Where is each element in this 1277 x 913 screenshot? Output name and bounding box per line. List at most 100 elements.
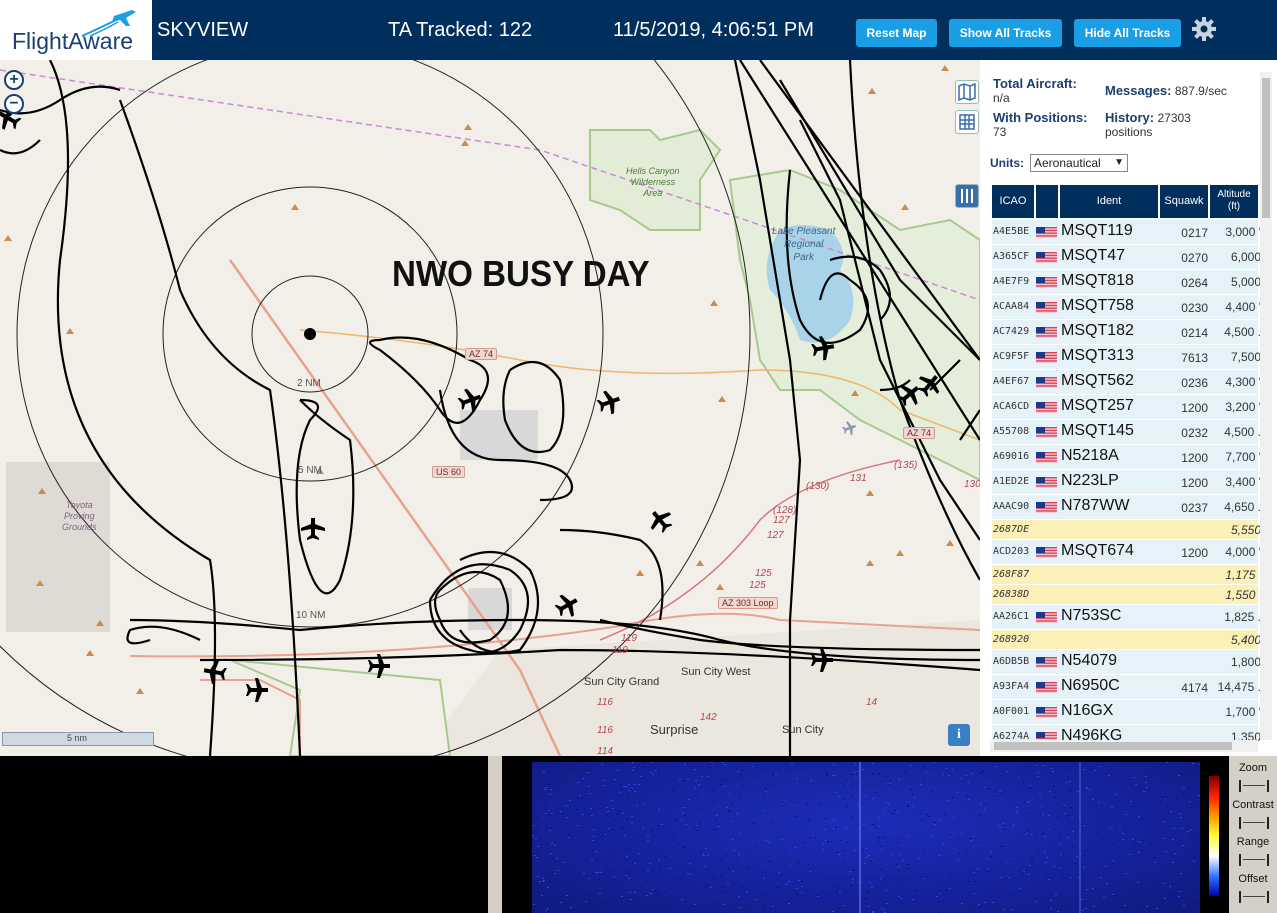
- color-scale-bar: [1209, 776, 1219, 896]
- grid-icon: [959, 114, 975, 130]
- table-row[interactable]: A6DB5B N54079 1,800: [992, 650, 1261, 675]
- vertical-scrollbar[interactable]: [1260, 72, 1272, 740]
- route-num: 116: [597, 697, 613, 708]
- table-row[interactable]: A4EF67 MSQT562 0236 4,300 ': [992, 370, 1261, 395]
- place-toyota-proving-grounds: Toyota Proving Grounds: [62, 500, 97, 532]
- route-num: 127: [773, 515, 790, 526]
- horizontal-scrollbar[interactable]: [990, 740, 1258, 752]
- cell-altitude: 7,500: [1230, 350, 1261, 364]
- column-toggle-button[interactable]: [955, 184, 979, 208]
- units-select[interactable]: Aeronautical ▼: [1030, 154, 1128, 172]
- cell-squawk: 0237: [1181, 501, 1208, 515]
- table-row[interactable]: A1ED2E N223LP 1200 3,400 ': [992, 470, 1261, 495]
- us-flag-icon: [1036, 452, 1057, 463]
- contrast-slider[interactable]: [1239, 817, 1269, 829]
- place-sun-city-grand: Sun City Grand: [584, 676, 660, 688]
- map-layers-button[interactable]: [955, 80, 979, 104]
- green-boundary: [229, 659, 452, 756]
- us-flag-icon: [1036, 252, 1057, 263]
- cell-ident: N6950C: [1061, 677, 1120, 694]
- route-num: 119: [612, 645, 628, 656]
- cell-icao: ACA6CD: [993, 401, 1030, 412]
- cell-icao: A55708: [993, 426, 1030, 437]
- ring-label-5nm: 5 NM: [298, 465, 322, 476]
- cell-ident: N54079: [1061, 652, 1118, 669]
- table-row[interactable]: A69016 N5218A 1200 7,700 ': [992, 445, 1261, 470]
- history-value: 27303: [1157, 111, 1191, 125]
- table-row[interactable]: AC7429 MSQT182 0214 4,500 .: [992, 320, 1261, 345]
- info-button[interactable]: i: [948, 724, 970, 746]
- cell-ident: N223LP: [1061, 472, 1119, 489]
- route-num: 14: [866, 697, 878, 708]
- table-row[interactable]: AA26C1 N753SC 1,825 .: [992, 605, 1261, 630]
- cell-altitude: 4,500 .: [1224, 325, 1261, 339]
- cell-altitude: 5,400: [1230, 633, 1261, 647]
- cell-squawk: 0214: [1181, 326, 1208, 340]
- route-num: 114: [597, 746, 613, 756]
- proving-grounds-area: [6, 462, 110, 632]
- cell-ident: MSQT818: [1061, 272, 1134, 289]
- units-selected: Aeronautical: [1034, 156, 1101, 170]
- table-row[interactable]: A4E7F9 MSQT818 0264 5,000: [992, 270, 1261, 295]
- app-name: SKYVIEW: [157, 19, 249, 41]
- gear-icon[interactable]: [1191, 16, 1217, 42]
- table-row[interactable]: 26838D 1,550 ': [992, 585, 1261, 605]
- stat-with-positions: With Positions: 73: [993, 111, 1088, 140]
- cell-altitude: 1,825 .: [1224, 610, 1261, 624]
- col-header-flag[interactable]: [1036, 185, 1058, 218]
- waterfall-controls: Zoom Contrast Range Offset: [1229, 756, 1277, 913]
- table-row[interactable]: AAAC90 N787WW 0237 4,650 .: [992, 495, 1261, 520]
- cell-squawk: 1200: [1181, 546, 1208, 560]
- table-row[interactable]: A93FA4 N6950C 4174 14,475 .: [992, 675, 1261, 700]
- zoom-label: Zoom: [1238, 762, 1268, 774]
- col-header-ident[interactable]: Ident: [1060, 185, 1158, 218]
- flightaware-logo[interactable]: FlightAware: [0, 0, 152, 60]
- route-num: 131: [850, 473, 867, 484]
- scroll-thumb[interactable]: [994, 742, 1232, 750]
- table-row[interactable]: ACAA84 MSQT758 0230 4,400 ': [992, 295, 1261, 320]
- zoom-out-button[interactable]: −: [4, 94, 24, 114]
- cell-altitude: 4,300 ': [1225, 375, 1261, 389]
- zoom-slider[interactable]: [1239, 780, 1269, 792]
- us-flag-icon: [1036, 352, 1057, 363]
- offset-slider[interactable]: [1239, 891, 1269, 903]
- hide-all-tracks-button[interactable]: Hide All Tracks: [1074, 19, 1181, 47]
- col-header-squawk[interactable]: Squawk: [1160, 185, 1208, 218]
- place-surprise: Surprise: [650, 722, 699, 737]
- cell-ident: MSQT119: [1061, 222, 1133, 239]
- range-label: Range: [1236, 836, 1270, 848]
- table-row[interactable]: A365CF MSQT47 0270 6,000: [992, 245, 1261, 270]
- col-header-altitude[interactable]: Altitude (ft): [1210, 185, 1258, 218]
- cell-altitude: 5,000: [1230, 275, 1261, 289]
- waterfall-divider[interactable]: [488, 756, 502, 913]
- cell-icao: ACAA84: [993, 301, 1030, 312]
- waterfall-display[interactable]: [532, 762, 1201, 913]
- cell-altitude: 5,550: [1230, 523, 1261, 537]
- grid-toggle-button[interactable]: [955, 110, 979, 134]
- table-row[interactable]: ACA6CD MSQT257 1200 3,200 ': [992, 395, 1261, 420]
- show-all-tracks-button[interactable]: Show All Tracks: [949, 19, 1062, 47]
- table-row[interactable]: 2687DE 5,550: [992, 520, 1261, 540]
- table-row[interactable]: 268920 5,400: [992, 630, 1261, 650]
- scroll-thumb[interactable]: [1262, 78, 1270, 218]
- reset-map-button[interactable]: Reset Map: [856, 19, 937, 47]
- with-positions-value: 73: [993, 125, 1007, 139]
- table-row[interactable]: AC9F5F MSQT313 7613 7,500: [992, 345, 1261, 370]
- cell-ident: MSQT257: [1061, 397, 1134, 414]
- skyview-app: FlightAware SKYVIEW TA Tracked: 122 11/5…: [0, 0, 1277, 913]
- road-shield-az74: AZ 74: [465, 348, 498, 360]
- table-row[interactable]: A55708 MSQT145 0232 4,500 .: [992, 420, 1261, 445]
- cell-ident: MSQT313: [1061, 347, 1134, 364]
- col-header-icao[interactable]: ICAO: [992, 185, 1034, 218]
- receiver-location: [304, 328, 316, 340]
- cell-icao: A0F001: [993, 706, 1030, 717]
- map-view[interactable]: 2 NM 5 NM 10 NM Hells Canyon Wilderness …: [0, 60, 980, 756]
- route-num: (130): [806, 481, 830, 492]
- table-row[interactable]: 268F87 1,175 ': [992, 565, 1261, 585]
- waterfall-noise: [532, 762, 1201, 913]
- table-row[interactable]: ACD203 MSQT674 1200 4,000 ': [992, 540, 1261, 565]
- table-row[interactable]: A4E5BE MSQT119 0217 3,000 ': [992, 220, 1261, 245]
- zoom-in-button[interactable]: +: [4, 70, 24, 90]
- range-slider[interactable]: [1239, 854, 1269, 866]
- table-row[interactable]: A0F001 N16GX 1,700 ': [992, 700, 1261, 725]
